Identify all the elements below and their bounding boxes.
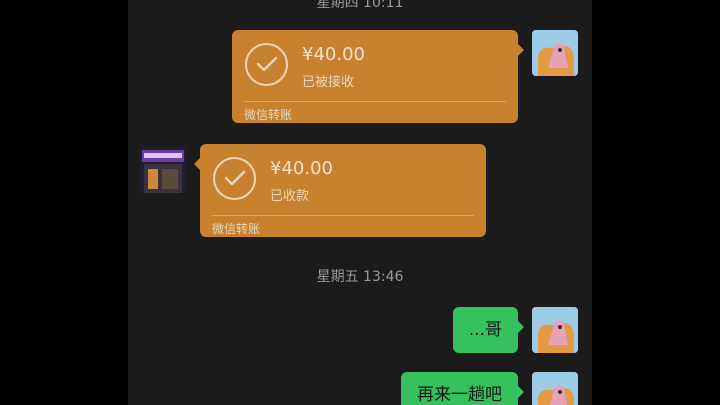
transfer-amount: ¥40.00 [302, 44, 365, 65]
self-avatar[interactable] [532, 30, 578, 76]
bubble-tail [518, 386, 524, 398]
transfer-card-received[interactable]: ¥40.00 已收款 微信转账 [194, 144, 486, 237]
message-text: ...哥 [468, 320, 502, 340]
transfer-divider [212, 215, 474, 216]
transfer-brand-label: 微信转账 [244, 108, 293, 122]
check-circle-icon [213, 157, 256, 200]
bubble-tail [194, 158, 200, 170]
transfer-card-sent[interactable]: ¥40.00 已被接收 微信转账 [232, 30, 524, 123]
timestamp-friday: 星期五 13:46 [316, 269, 404, 285]
bubble-tail [518, 44, 524, 56]
message-bubble[interactable]: 再来一趟吧 [401, 372, 524, 405]
timestamp-thursday: 星期四 10:11 [316, 0, 404, 11]
self-avatar[interactable] [532, 372, 578, 405]
chat-screen: 星期四 10:11 ¥40.00 已被接收 微信转账 ¥40.00 已收款 微信… [128, 0, 592, 405]
self-avatar[interactable] [532, 307, 578, 353]
transfer-divider [244, 101, 506, 102]
transfer-brand-label: 微信转账 [212, 222, 261, 236]
message-text: 再来一趟吧 [417, 385, 502, 405]
contact-avatar[interactable] [140, 147, 186, 193]
transfer-status: 已收款 [270, 189, 310, 204]
transfer-status: 已被接收 [302, 75, 355, 90]
transfer-amount: ¥40.00 [270, 158, 333, 179]
message-bubble[interactable]: ...哥 [452, 307, 524, 353]
bubble-tail [518, 321, 524, 333]
check-circle-icon [245, 43, 288, 86]
